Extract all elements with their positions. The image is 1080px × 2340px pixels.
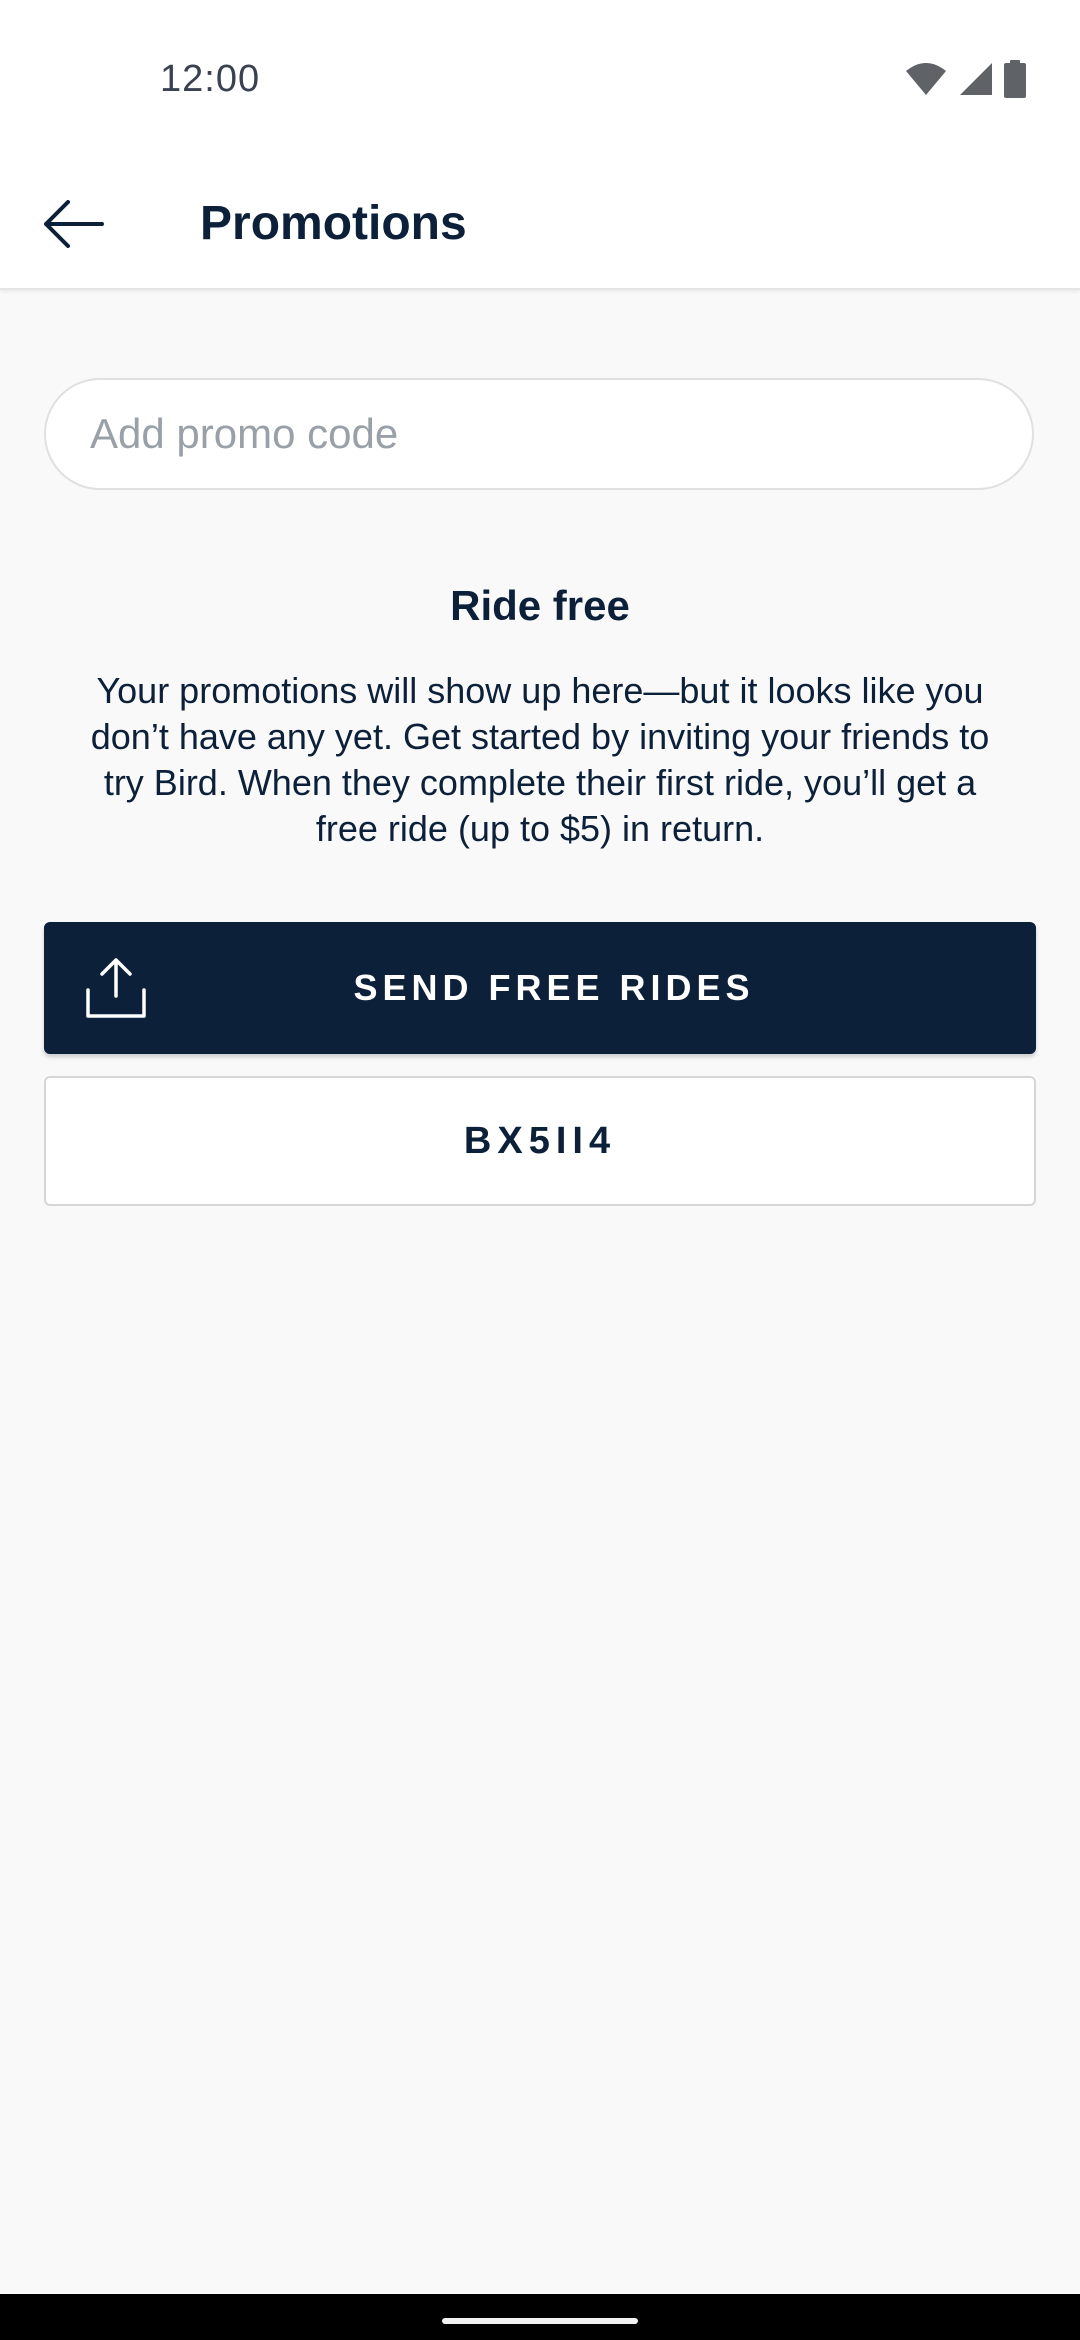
battery-icon — [1004, 60, 1026, 98]
ride-free-heading: Ride free — [450, 582, 630, 629]
page-title: Promotions — [200, 197, 467, 250]
status-icons — [904, 60, 1026, 98]
send-free-rides-button[interactable]: SEND FREE RIDES — [44, 922, 1036, 1054]
status-time: 12:00 — [160, 58, 261, 100]
home-indicator[interactable] — [442, 2318, 638, 2324]
referral-code-label: BX5II4 — [463, 1120, 617, 1162]
system-navigation-bar — [0, 2294, 1080, 2340]
promo-code-input[interactable] — [44, 378, 1034, 490]
send-free-rides-label: SEND FREE RIDES — [353, 967, 755, 1008]
referral-code-button[interactable]: BX5II4 — [44, 1076, 1036, 1206]
cellular-signal-icon — [960, 63, 992, 95]
wifi-icon — [906, 63, 946, 95]
arrow-left-icon — [44, 200, 104, 248]
promotions-description: Your promotions will show up here—but it… — [90, 670, 990, 849]
status-bar: 12:00 — [0, 0, 1080, 160]
app-bar: Promotions — [0, 160, 1080, 290]
back-button[interactable] — [26, 176, 122, 272]
